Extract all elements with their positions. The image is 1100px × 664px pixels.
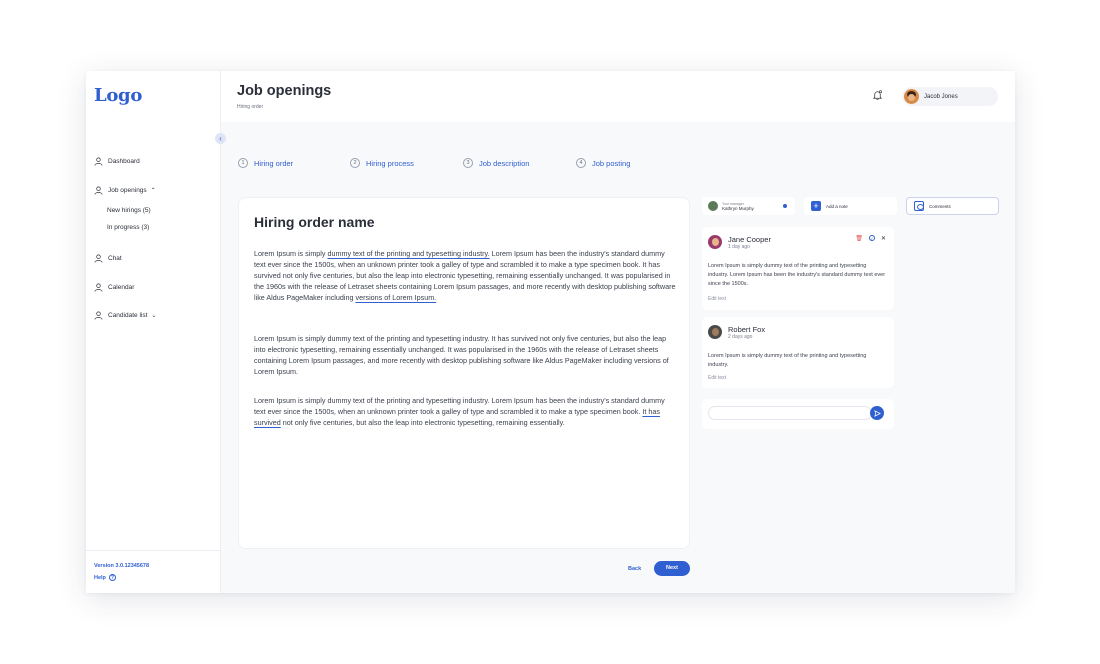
question-icon: ? [108,574,116,581]
chevron-up-icon: ⌃ [150,188,156,194]
send-icon [873,409,881,417]
edit-text-link[interactable]: Edit text [708,296,726,302]
avatar [708,325,722,339]
close-icon[interactable]: ✕ [881,235,886,242]
sidebar-item-calendar[interactable]: Calendar [94,283,134,292]
comment-actions: 🗑︎ ✓ ✕ [855,235,886,242]
paragraph-text: not only five centuries, but also the le… [280,418,565,427]
plus-icon: + [811,201,821,211]
step-label: Job posting [592,158,631,168]
avatar [708,235,722,249]
document-paragraph[interactable]: Lorem Ipsum is simply dummy text of the … [254,248,678,303]
sidebar-item-dashboard[interactable]: Dashboard [94,157,140,166]
comment-input[interactable] [708,406,872,420]
reply-box [702,399,894,429]
step-label: Job description [479,158,530,168]
manager-name: Kathryn Murphy [722,205,754,211]
comments-label: Comments [929,203,951,209]
version-label: Version 3.0.12345678 [94,563,150,569]
page-title: Job openings [237,83,332,99]
step-job-posting[interactable]: 4 Job posting [576,158,630,168]
document-paragraph[interactable]: Lorem Ipsum is simply dummy text of the … [254,395,678,428]
back-button[interactable]: Back [628,566,641,572]
sidebar-subitem-in-progress[interactable]: In progress (3) [107,224,149,231]
sidebar-item-label: Calendar [108,284,135,291]
step-number: 3 [463,158,473,168]
chevron-down-icon: ⌄ [151,313,157,319]
comment-author: Robert Fox [728,325,766,334]
paragraph-text: Lorem Ipsum is simply dummy text of the … [254,396,665,416]
user-icon [94,311,103,320]
edit-text-link[interactable]: Edit text [708,375,726,381]
comment-icon [914,201,924,211]
step-label: Hiring process [366,158,414,168]
document-card: Hiring order name Lorem Ipsum is simply … [238,197,690,549]
highlighted-text[interactable]: versions of Lorem Ipsum. [355,293,436,302]
step-hiring-process[interactable]: 2 Hiring process [350,158,414,168]
sidebar: Logo Dashboard Job openings ⌃ New hiring… [86,71,221,593]
trash-icon[interactable]: 🗑︎ [855,235,863,242]
step-hiring-order[interactable]: 1 Hiring order [238,158,293,168]
page-subtitle: Hiring order [237,104,264,110]
app-window: Logo Dashboard Job openings ⌃ New hiring… [86,71,1015,593]
manager-chip[interactable]: Your manager Kathryn Murphy [702,197,795,215]
sidebar-subitem-new-hirings[interactable]: New hirings (5) [107,207,151,214]
logo: Logo [94,85,143,106]
help-link[interactable]: Help ? [94,574,116,581]
sidebar-item-label: Dashboard [108,158,140,165]
user-icon [94,283,103,292]
user-icon [94,186,103,195]
next-button[interactable]: Next [654,561,690,576]
comment-text: Lorem Ipsum is simply dummy text of the … [708,263,886,287]
sidebar-item-job-openings[interactable]: Job openings ⌃ [94,186,156,195]
help-label: Help [94,574,106,581]
paragraph-text: Lorem Ipsum is simply [254,249,328,258]
comment-text: Lorem Ipsum is simply dummy text of the … [708,353,867,368]
document-title: Hiring order name [254,214,375,230]
collapse-sidebar-button[interactable]: ‹ [215,133,226,144]
step-number: 4 [576,158,586,168]
step-number: 1 [238,158,248,168]
step-job-description[interactable]: 3 Job description [463,158,529,168]
comment-time: 2 days ago [728,334,753,340]
step-number: 2 [350,158,360,168]
user-icon [94,254,103,263]
avatar [904,89,919,104]
sidebar-item-label: Chat [108,255,122,262]
status-dot [783,204,787,208]
comment-time: 1 day ago [728,244,750,250]
sidebar-item-chat[interactable]: Chat [94,254,122,263]
sidebar-item-candidate-list[interactable]: Candidate list ⌄ [94,311,156,320]
user-icon [94,157,103,166]
header: Job openings Hiring order Jacob Jones [221,71,1015,122]
comment-card: Robert Fox 2 days ago Lorem Ipsum is sim… [702,317,894,388]
avatar [708,201,718,211]
sidebar-footer-divider [86,550,221,551]
sidebar-item-label: Job openings [108,187,147,194]
user-name: Jacob Jones [924,93,958,100]
step-label: Hiring order [254,158,294,168]
add-note-button[interactable]: + Add a note [804,197,897,215]
comment-card: Jane Cooper 1 day ago 🗑︎ ✓ ✕ Lorem Ipsum… [702,227,894,310]
user-menu[interactable]: Jacob Jones [902,87,998,106]
comment-author: Jane Cooper [728,235,771,244]
send-button[interactable] [870,406,884,420]
check-icon[interactable]: ✓ [868,235,875,241]
add-note-label: Add a note [826,203,848,209]
sidebar-item-label: Candidate list [108,312,148,319]
document-paragraph[interactable]: Lorem Ipsum is simply dummy text of the … [254,333,678,377]
bell-icon[interactable] [872,89,883,101]
highlighted-text[interactable]: dummy text of the printing and typesetti… [328,249,490,258]
comments-button[interactable]: Comments [906,197,999,215]
